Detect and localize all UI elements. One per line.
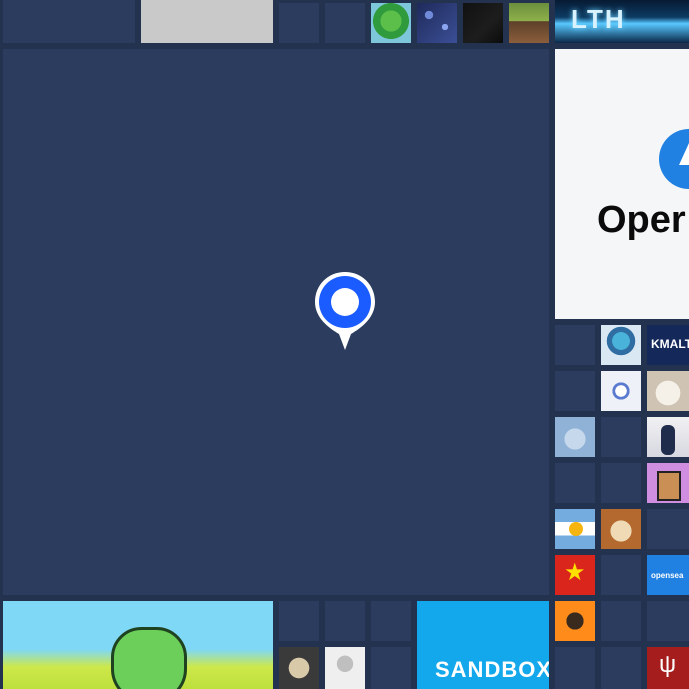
grid-tile-opensea-small[interactable]: opensea	[647, 555, 689, 595]
grid-tile-nft-cap[interactable]	[325, 647, 365, 689]
grid-tile-empty[interactable]	[601, 417, 641, 457]
grid-tile-nft-punk[interactable]	[647, 463, 689, 503]
grid-tile-nft-cat[interactable]	[647, 371, 689, 411]
grid-tile-empty[interactable]	[279, 601, 319, 641]
grid-tile-nft-field[interactable]	[509, 3, 549, 43]
grid-tile-empty[interactable]	[3, 0, 135, 43]
grid-tile-opensea[interactable]: Oper	[555, 49, 689, 319]
grid-tile-nft-dark[interactable]	[463, 3, 503, 43]
grid-tile-empty[interactable]	[601, 601, 641, 641]
grid-tile-empty[interactable]	[371, 601, 411, 641]
grid-tile-empty[interactable]	[279, 3, 319, 43]
sandbox-logo-text: SANDBOX	[435, 657, 549, 682]
grid-tile-image[interactable]	[141, 0, 273, 43]
large-grid-tile[interactable]	[3, 49, 549, 595]
neon-text: LTH	[571, 4, 626, 34]
grid-tile-empty[interactable]	[325, 3, 365, 43]
grid-tile-red-logo[interactable]	[647, 647, 689, 689]
grid-tile-empty[interactable]	[601, 647, 641, 689]
grid-tile-nft-robot[interactable]	[601, 325, 641, 365]
grid-tile-empty[interactable]	[601, 463, 641, 503]
grid-tile-empty[interactable]	[555, 463, 595, 503]
grid-tile-sandbox[interactable]: SANDBOX	[417, 601, 549, 689]
grid-tile-nft-avatar[interactable]	[371, 3, 411, 43]
grid-tile-nft-bear[interactable]	[279, 647, 319, 689]
opensea-logo-text: Oper	[597, 199, 686, 241]
grid-tile-empty[interactable]	[325, 601, 365, 641]
grid-tile-empty[interactable]	[555, 647, 595, 689]
grid-tile-empty[interactable]	[371, 647, 411, 689]
grid-tile-nft-frog[interactable]	[3, 601, 273, 689]
grid-tile-flag-argentina[interactable]	[555, 509, 595, 549]
grid-tile-nft-neon[interactable]: LTH	[555, 0, 689, 43]
grid-tile-nft-ape[interactable]	[555, 601, 595, 641]
location-pin-icon[interactable]	[313, 270, 377, 352]
grid-tile-flag-vietnam[interactable]	[555, 555, 595, 595]
grid-tile-empty[interactable]	[555, 325, 595, 365]
grid-tile-nft-swirl[interactable]	[601, 371, 641, 411]
grid-tile-nft-person[interactable]	[647, 417, 689, 457]
kmalt-text: KMALT	[651, 337, 689, 351]
grid-tile-empty[interactable]	[555, 371, 595, 411]
opensea-logo-icon	[659, 129, 689, 189]
grid-tile-kmalt[interactable]: KMALT	[647, 325, 689, 365]
grid-tile-nft-fox[interactable]	[601, 509, 641, 549]
grid-tile-empty[interactable]	[647, 601, 689, 641]
opensea-small-text: opensea	[651, 571, 684, 580]
grid-tile-nft-cat-blue[interactable]	[555, 417, 595, 457]
grid-tile-empty[interactable]	[601, 555, 641, 595]
grid-tile-nft-sparkle[interactable]	[417, 3, 457, 43]
grid-tile-empty[interactable]	[647, 509, 689, 549]
